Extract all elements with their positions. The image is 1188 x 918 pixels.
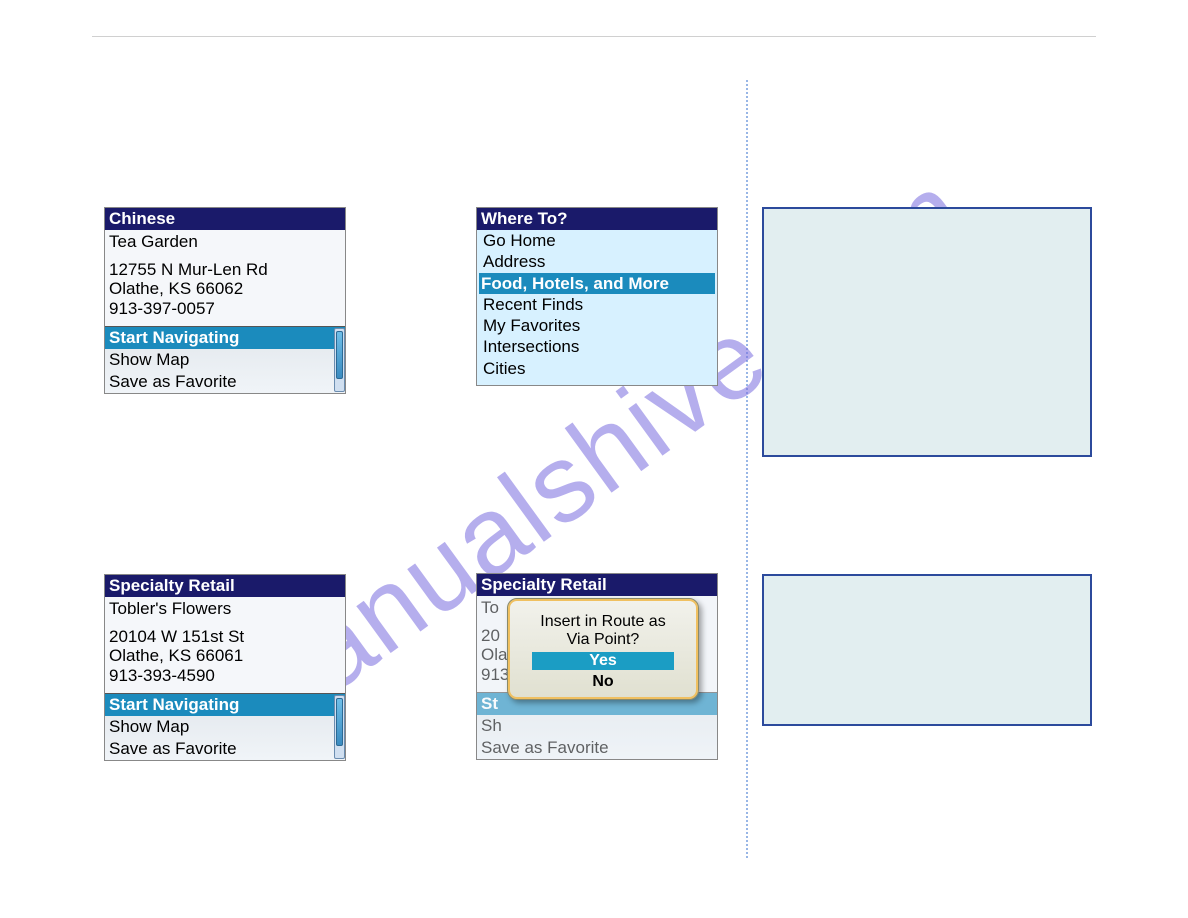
callout-box-bottom — [762, 574, 1092, 726]
poi-phone: 913-397-0057 — [109, 299, 341, 319]
poi-info: Tea Garden 12755 N Mur-Len Rd Olathe, KS… — [105, 230, 345, 326]
show-map-item[interactable]: Show Map — [105, 716, 345, 738]
scroll-thumb[interactable] — [336, 331, 343, 379]
food-hotels-item[interactable]: Food, Hotels, and More — [479, 273, 715, 294]
start-navigating-item[interactable]: Start Navigating — [105, 694, 345, 716]
poi-phone: 913-393-4590 — [109, 666, 341, 686]
poi-addr2: Olathe, KS 66061 — [109, 646, 341, 666]
show-map-item: Sh — [477, 715, 717, 737]
scrollbar[interactable] — [334, 695, 345, 759]
cities-item[interactable]: Cities — [481, 358, 713, 379]
scroll-thumb[interactable] — [336, 698, 343, 746]
titlebar: Specialty Retail — [477, 574, 717, 596]
my-favorites-item[interactable]: My Favorites — [481, 315, 713, 336]
dialog-text-line1: Insert in Route as — [518, 613, 688, 631]
action-menu: Start Navigating Show Map Save as Favori… — [105, 693, 345, 760]
recent-finds-item[interactable]: Recent Finds — [481, 294, 713, 315]
poi-name: Tea Garden — [109, 232, 341, 252]
callout-box-top — [762, 207, 1092, 457]
divider-line — [746, 80, 748, 858]
go-home-item[interactable]: Go Home — [481, 230, 713, 251]
device-screen-where-to: Where To? Go Home Address Food, Hotels, … — [476, 207, 718, 386]
device-screen-specialty: Specialty Retail Tobler's Flowers 20104 … — [104, 574, 346, 761]
action-menu-dimmed: St Sh Save as Favorite — [477, 692, 717, 759]
poi-addr1: 12755 N Mur-Len Rd — [109, 260, 341, 280]
poi-info: Tobler's Flowers 20104 W 151st St Olathe… — [105, 597, 345, 693]
address-item[interactable]: Address — [481, 251, 713, 272]
show-map-item[interactable]: Show Map — [105, 349, 345, 371]
titlebar: Chinese — [105, 208, 345, 230]
poi-name: Tobler's Flowers — [109, 599, 341, 619]
action-menu: Start Navigating Show Map Save as Favori… — [105, 326, 345, 393]
poi-addr1: 20104 W 151st St — [109, 627, 341, 647]
yes-button[interactable]: Yes — [532, 652, 674, 670]
save-favorite-item[interactable]: Save as Favorite — [105, 371, 345, 393]
dialog-text-line2: Via Point? — [518, 631, 688, 649]
intersections-item[interactable]: Intersections — [481, 336, 713, 357]
poi-addr2: Olathe, KS 66062 — [109, 279, 341, 299]
via-point-dialog: Insert in Route as Via Point? Yes No — [507, 598, 699, 700]
device-screen-dialog: Specialty Retail To 20 Ola 913 St Sh Sav… — [476, 573, 718, 760]
titlebar: Where To? — [477, 208, 717, 230]
scrollbar[interactable] — [334, 328, 345, 392]
titlebar: Specialty Retail — [105, 575, 345, 597]
device-screen-chinese: Chinese Tea Garden 12755 N Mur-Len Rd Ol… — [104, 207, 346, 394]
start-navigating-item[interactable]: Start Navigating — [105, 327, 345, 349]
save-favorite-item[interactable]: Save as Favorite — [105, 738, 345, 760]
save-favorite-item: Save as Favorite — [477, 737, 717, 759]
header-rule — [92, 36, 1096, 37]
where-to-list: Go Home Address Food, Hotels, and More R… — [477, 230, 717, 385]
no-button[interactable]: No — [532, 673, 674, 691]
